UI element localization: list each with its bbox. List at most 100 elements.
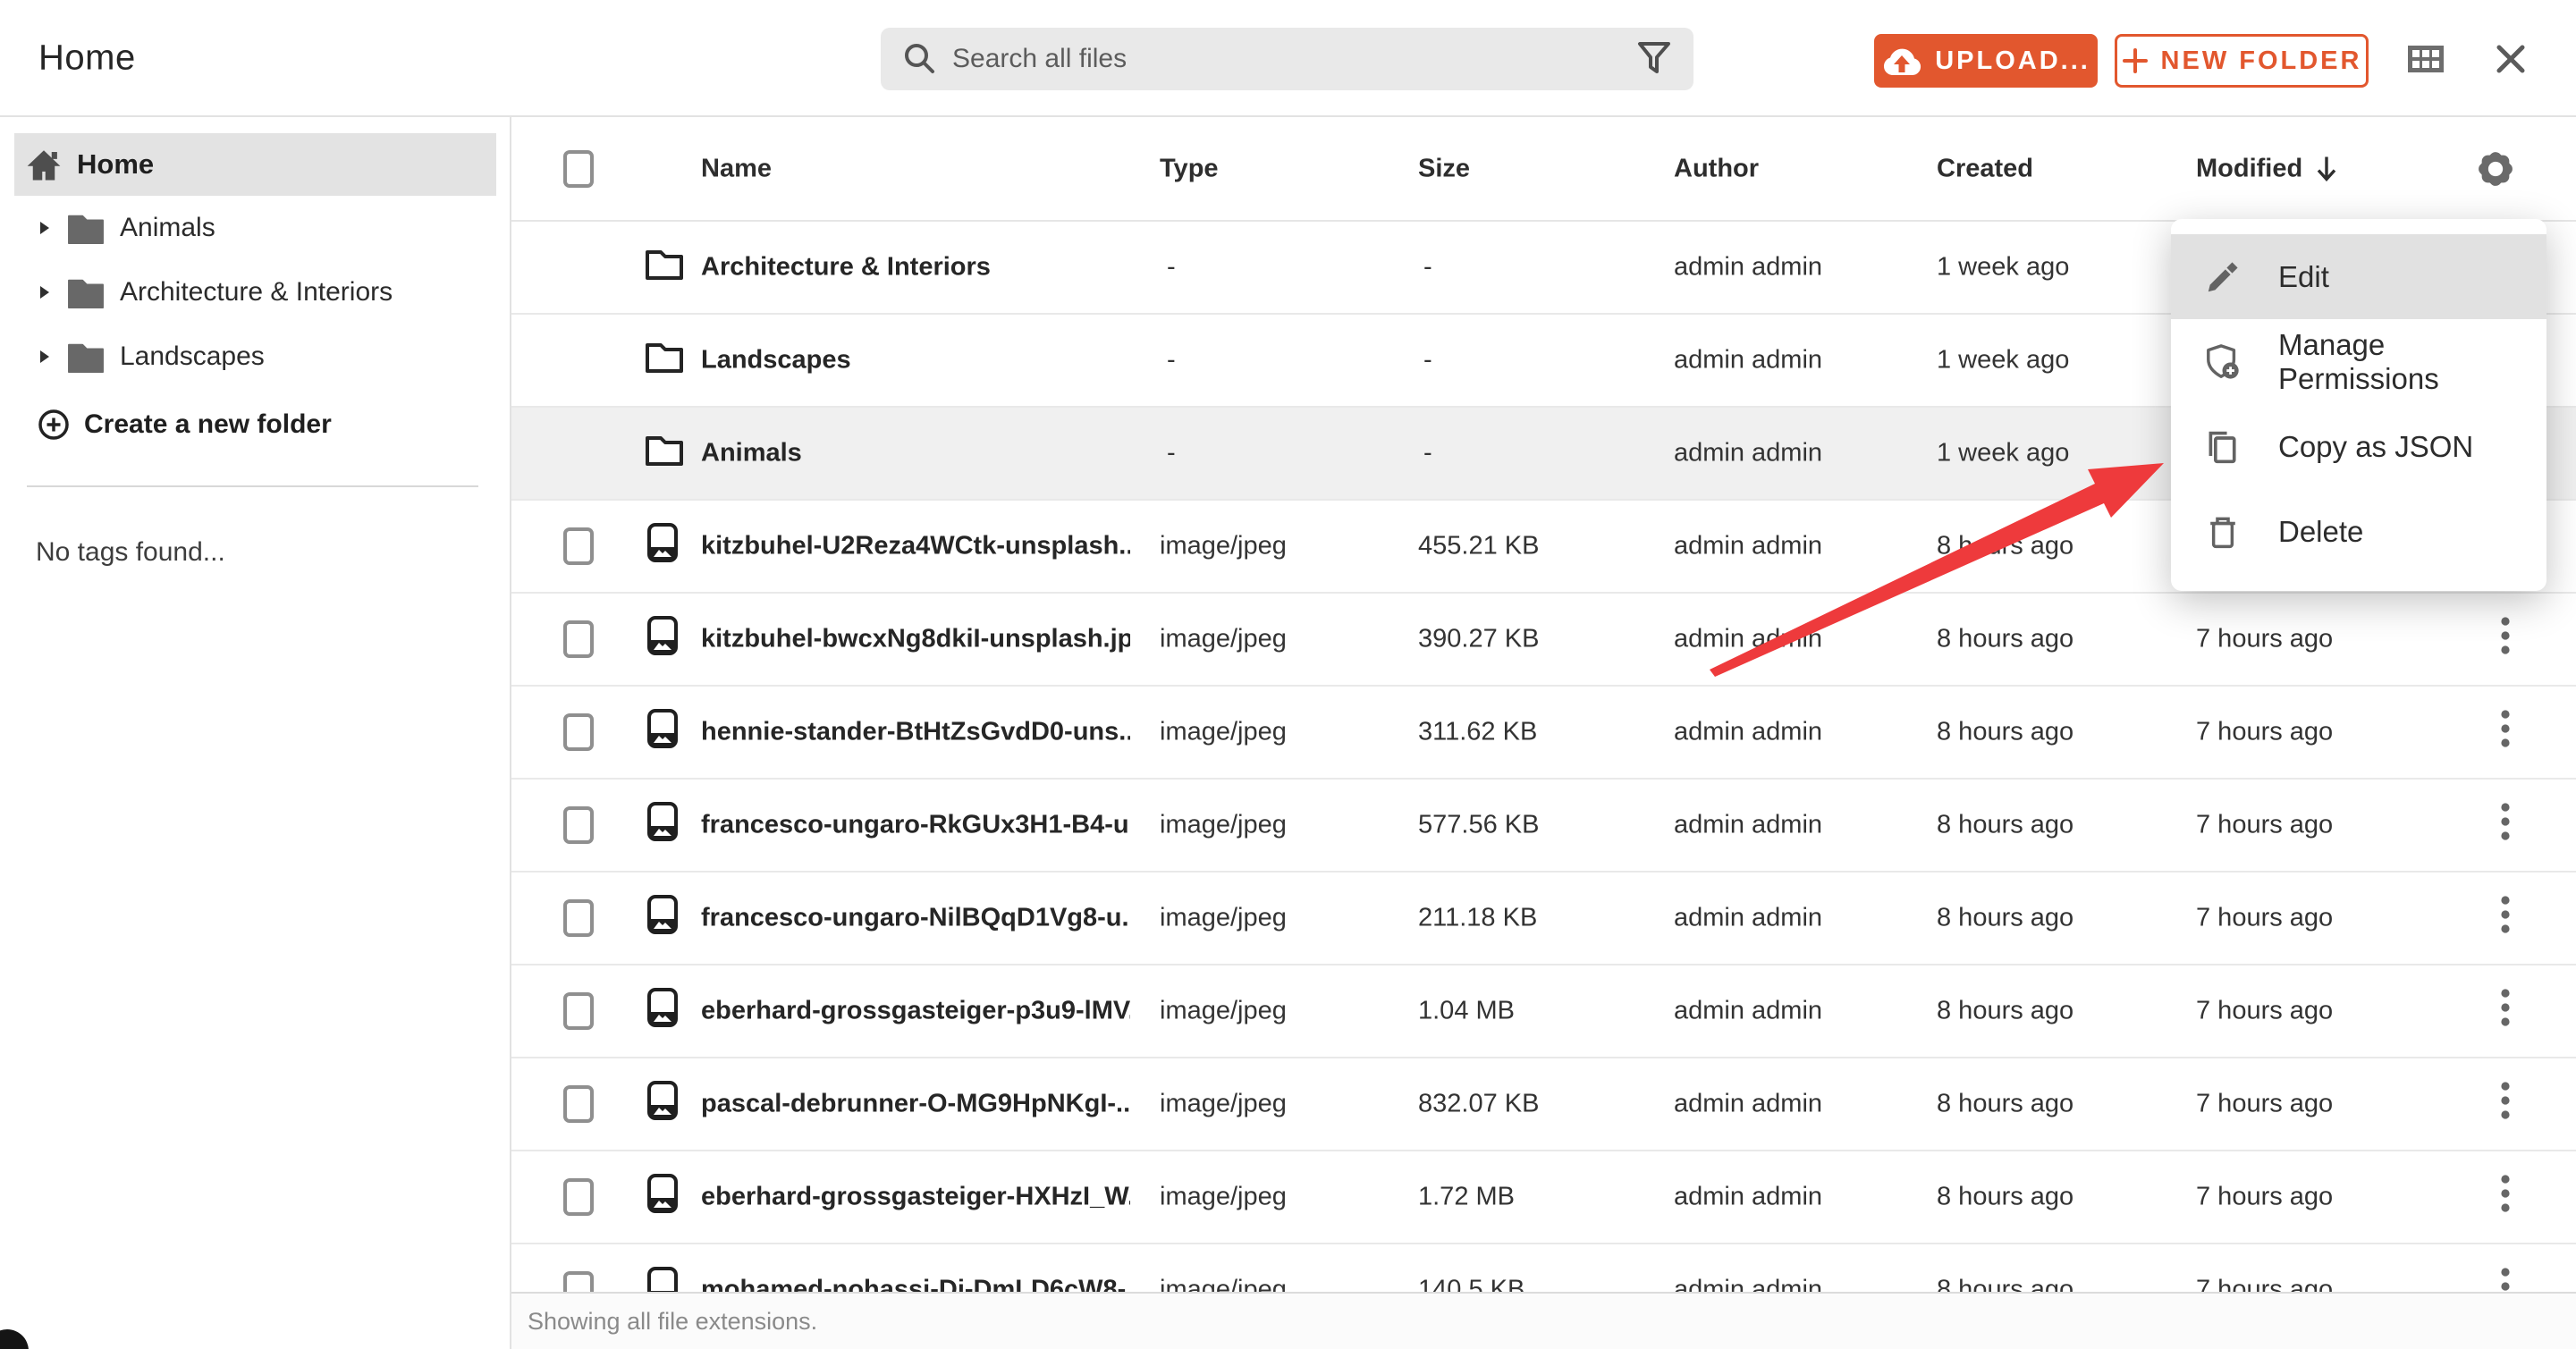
cell-created: 8 hours ago [1937,717,2074,746]
image-file-icon [647,523,678,562]
cell-type: image/jpeg [1160,624,1287,653]
select-all-checkbox[interactable] [563,149,594,188]
row-checkbox[interactable] [563,806,594,844]
table-row-file[interactable]: eberhard-grossgasteiger-HXHzI_W... image… [511,1151,2576,1244]
column-header-name[interactable]: Name [701,154,772,183]
cell-type: image/jpeg [1160,1089,1287,1118]
create-new-folder-label: Create a new folder [84,409,332,439]
cell-created: 8 hours ago [1937,531,2074,561]
row-actions-kebab-icon[interactable] [2500,1173,2511,1221]
row-checkbox[interactable] [563,1085,594,1123]
cell-created: 8 hours ago [1937,1089,2074,1118]
row-actions-kebab-icon[interactable] [2500,615,2511,663]
cloud-upload-icon [1884,48,1921,75]
row-checkbox[interactable] [563,620,594,658]
close-button[interactable] [2496,0,2526,117]
cell-size: - [1423,345,1432,375]
page-title: Home [38,38,136,77]
status-bar: Showing all file extensions. [511,1292,2576,1349]
cell-name: kitzbuhel-U2Reza4WCtk-unsplash.... [701,531,1130,561]
upload-button[interactable]: UPLOAD... [1874,34,2098,88]
cell-type: image/jpeg [1160,996,1287,1025]
new-folder-button-label: NEW FOLDER [2160,46,2362,75]
sidebar-folder-item[interactable]: Landscapes [0,325,510,389]
search-icon [905,44,934,73]
cell-type: - [1167,252,1176,282]
column-header-size[interactable]: Size [1418,154,1470,183]
filter-funnel-icon[interactable] [1636,40,1672,78]
cell-name: eberhard-grossgasteiger-HXHzI_W... [701,1182,1130,1211]
context-menu-item-manage-permissions[interactable]: Manage Permissions [2171,319,2546,404]
create-new-folder-button[interactable]: Create a new folder [0,394,510,455]
column-header-created[interactable]: Created [1937,154,2033,183]
expand-caret-icon[interactable] [39,285,50,299]
grid-view-button[interactable] [2407,0,2445,117]
trash-icon [2210,517,2235,548]
row-checkbox[interactable] [563,899,594,937]
folder-icon [68,215,104,245]
table-row-file[interactable]: francesco-ungaro-NilBQqD1Vg8-u... image/… [511,873,2576,965]
column-header-type[interactable]: Type [1160,154,1219,183]
cell-created: 8 hours ago [1937,1182,2074,1211]
cell-size: - [1423,252,1432,282]
cell-author: admin admin [1674,903,1823,932]
cell-size: 211.18 KB [1418,903,1538,932]
row-actions-kebab-icon[interactable] [2500,708,2511,756]
image-file-icon [647,895,678,934]
search-input[interactable] [952,44,1636,74]
context-menu: Edit Manage Permissions Copy as JSON Del… [2171,219,2546,591]
table-row-file[interactable]: eberhard-grossgasteiger-p3u9-lMV... imag… [511,965,2576,1058]
cell-created: 1 week ago [1937,438,2070,468]
sidebar-folder-label: Architecture & Interiors [120,277,393,307]
search-bar[interactable] [881,28,1693,90]
row-actions-kebab-icon[interactable] [2500,894,2511,942]
cell-size: 390.27 KB [1418,624,1540,653]
cell-name: Landscapes [701,345,851,375]
row-actions-kebab-icon[interactable] [2500,801,2511,849]
cell-modified: 7 hours ago [2196,717,2334,746]
expand-caret-icon[interactable] [39,221,50,235]
cell-author: admin admin [1674,531,1823,561]
cell-name: pascal-debrunner-O-MG9HpNKgI-... [701,1089,1130,1118]
table-row-file[interactable]: kitzbuhel-bwcxNg8dkiI-unsplash.jpg image… [511,594,2576,687]
sidebar-folder-item[interactable]: Architecture & Interiors [0,260,510,325]
sidebar-folder-item[interactable]: Animals [0,196,510,260]
cell-name: Animals [701,438,802,468]
row-actions-kebab-icon[interactable] [2500,1080,2511,1128]
table-row-file[interactable]: pascal-debrunner-O-MG9HpNKgI-... image/j… [511,1058,2576,1151]
context-menu-item-delete[interactable]: Delete [2171,489,2546,574]
sidebar-home-label: Home [77,148,155,180]
table-settings-button[interactable] [2475,148,2516,190]
image-file-icon [647,1081,678,1120]
cell-name: francesco-ungaro-NilBQqD1Vg8-u... [701,903,1130,932]
cell-created: 8 hours ago [1937,903,2074,932]
copy-icon [2209,431,2236,463]
row-checkbox[interactable] [563,1178,594,1216]
table-row-file[interactable]: hennie-stander-BtHtZsGvdD0-uns... image/… [511,687,2576,780]
column-header-author[interactable]: Author [1674,154,1759,183]
no-tags-message: No tags found... [36,537,225,567]
cell-author: admin admin [1674,624,1823,653]
media-manager-window: Home UPLOAD... NEW FOLDER Home [0,0,2576,1349]
row-checkbox[interactable] [563,527,594,565]
circle-plus-icon [38,409,69,440]
context-menu-item-edit[interactable]: Edit [2171,234,2546,319]
expand-caret-icon[interactable] [39,350,50,364]
row-checkbox[interactable] [563,713,594,751]
folder-icon [646,436,683,466]
row-checkbox[interactable] [563,992,594,1030]
cell-created: 8 hours ago [1937,810,2074,839]
new-folder-button[interactable]: NEW FOLDER [2115,34,2369,88]
cell-name: hennie-stander-BtHtZsGvdD0-uns... [701,717,1130,746]
table-row-file[interactable]: francesco-ungaro-RkGUx3H1-B4-u... image/… [511,780,2576,873]
row-actions-kebab-icon[interactable] [2500,987,2511,1035]
column-header-modified[interactable]: Modified [2196,154,2338,183]
cell-name: eberhard-grossgasteiger-p3u9-lMV... [701,996,1130,1025]
cell-created: 1 week ago [1937,252,2070,282]
context-menu-item-copy-as-json[interactable]: Copy as JSON [2171,404,2546,489]
sidebar-item-home[interactable]: Home [14,133,496,196]
folder-icon [68,279,104,309]
cell-author: admin admin [1674,345,1823,375]
cell-author: admin admin [1674,438,1823,468]
top-bar: Home UPLOAD... NEW FOLDER [0,0,2576,117]
